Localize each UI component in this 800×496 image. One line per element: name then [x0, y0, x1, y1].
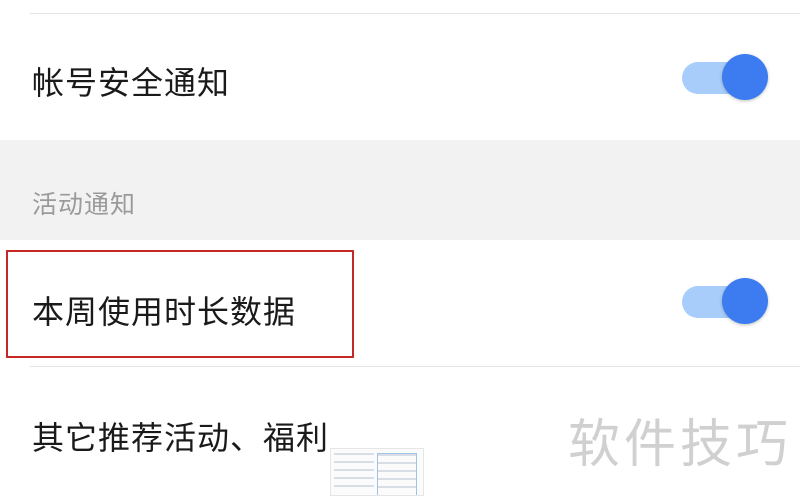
row-label: 其它推荐活动、福利	[32, 419, 330, 457]
embedded-screenshot-thumbnail	[330, 448, 424, 496]
watermark-text: 软件技巧	[568, 415, 793, 475]
highlight-annotation-box	[6, 250, 354, 358]
section-title: 活动通知	[32, 190, 137, 219]
account-security-toggle[interactable]	[682, 54, 770, 102]
toggle-knob	[722, 278, 768, 324]
row-label: 帐号安全通知	[32, 64, 231, 102]
thumbnail-left-panel	[334, 453, 374, 495]
toggle-knob	[722, 54, 768, 100]
thumbnail-right-panel	[377, 453, 417, 495]
section-header-activity: 活动通知	[0, 140, 800, 240]
weekly-usage-toggle[interactable]	[682, 278, 770, 326]
settings-row-account-security[interactable]: 帐号安全通知	[0, 14, 800, 140]
notification-settings-screen: 帐号安全通知 活动通知 本周使用时长数据 其它推荐活动、福利 软件技巧	[0, 0, 800, 496]
